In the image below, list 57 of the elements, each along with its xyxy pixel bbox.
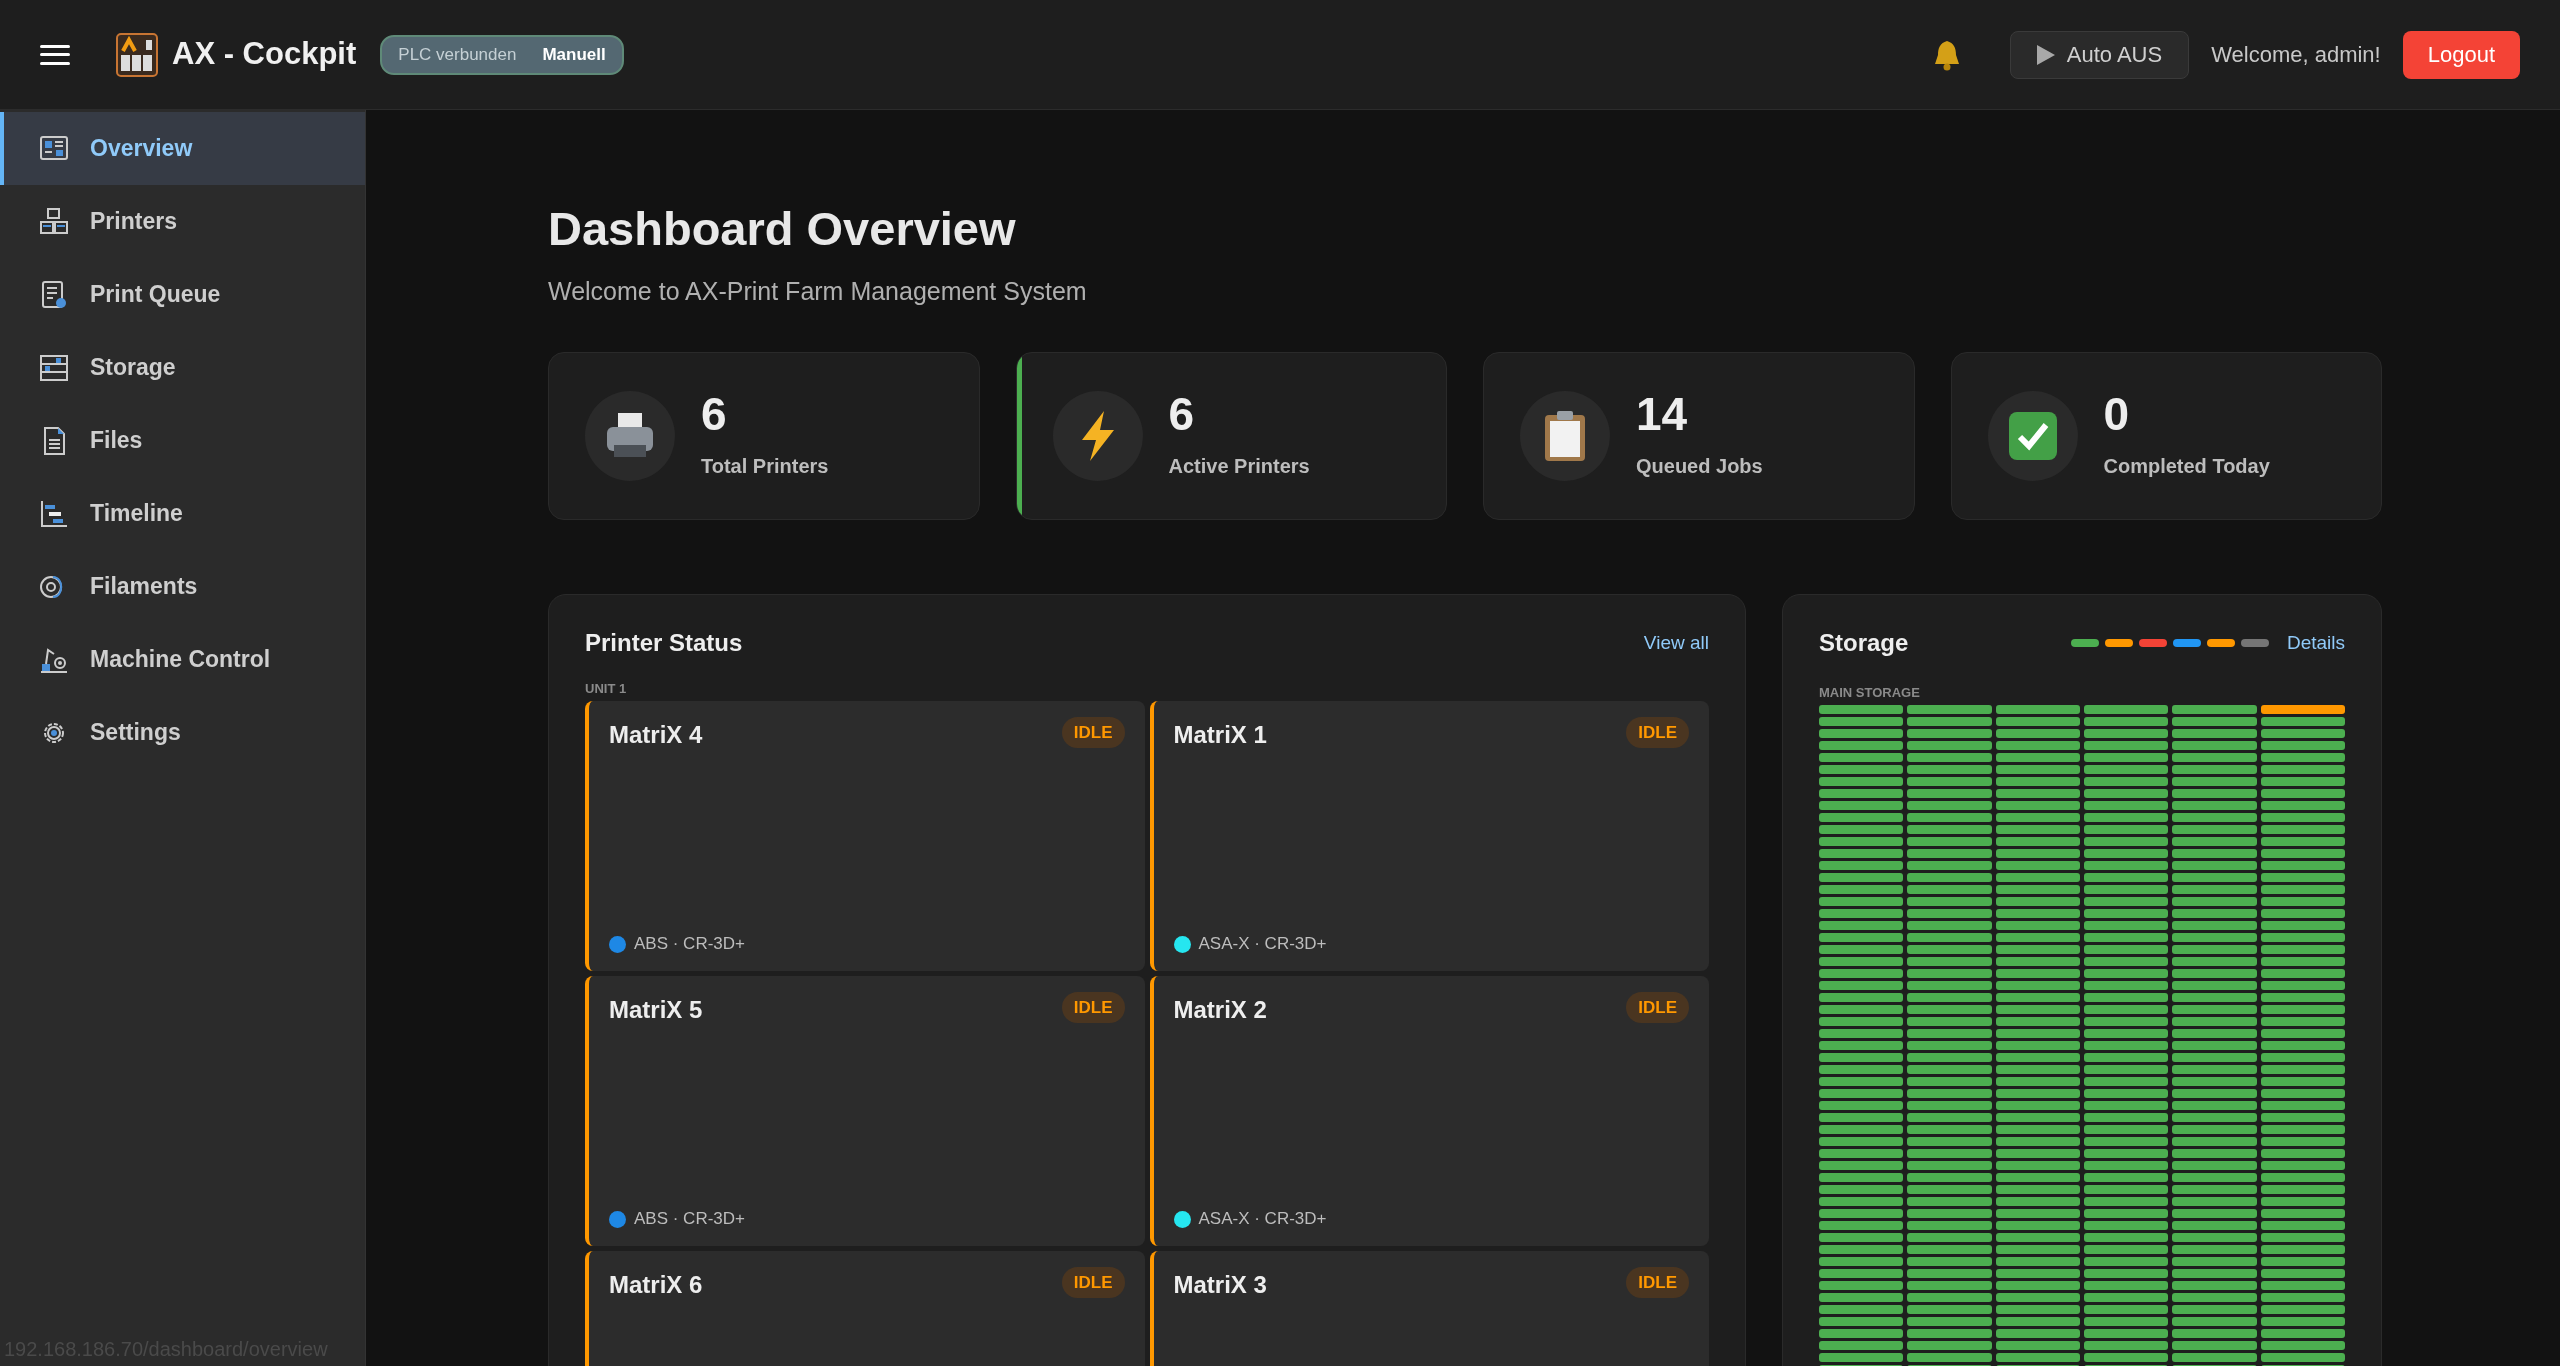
stat-label: Queued Jobs: [1636, 454, 1763, 480]
view-all-link[interactable]: View all: [1643, 629, 1709, 658]
printer-card[interactable]: MatriX 3 IDLE: [1149, 1250, 1709, 1366]
stat-value: 6: [701, 391, 728, 438]
welcome-text: Welcome, admin!: [2211, 41, 2381, 69]
panel-title: Storage: [1819, 628, 1909, 659]
printer-card[interactable]: MatriX 1 IDLE ASA-X · CR-3D+: [1149, 700, 1709, 971]
mode-text: Manuell: [542, 43, 606, 66]
status-badge: IDLE: [1061, 1266, 1125, 1299]
sidebar-item[interactable]: Machine Control: [0, 623, 365, 696]
app-title: AX - Cockpit: [172, 35, 357, 74]
section-label: MAIN STORAGE: [1819, 684, 1921, 703]
check-icon: [2007, 411, 2058, 462]
filament-text: ASA-X · CR-3D+: [1198, 1208, 1327, 1231]
sidebar-item[interactable]: Files: [0, 404, 365, 477]
auto-button[interactable]: Auto AUS: [2009, 30, 2190, 79]
status-badge: IDLE: [1061, 716, 1125, 749]
printer-name: MatriX 2: [1173, 994, 1267, 1025]
stat-value: 14: [1636, 391, 1689, 438]
page-subtitle: Welcome to AX-Print Farm Management System: [548, 275, 1088, 307]
sidebar-item[interactable]: Printers: [0, 185, 365, 258]
status-badge: IDLE: [1626, 716, 1689, 749]
printer-card[interactable]: MatriX 5 IDLE ABS · CR-3D+: [585, 975, 1145, 1246]
printer-name: MatriX 4: [609, 719, 703, 750]
play-icon: [2036, 44, 2055, 65]
stat-label: Total Printers: [701, 454, 829, 480]
panel-title: Printer Status: [585, 628, 743, 659]
status-badge: IDLE: [1626, 1266, 1689, 1299]
printer-name: MatriX 3: [1173, 1269, 1267, 1300]
stat-label: Completed Today: [2103, 454, 2270, 480]
clipboard-icon: [1543, 410, 1587, 463]
sidebar-item[interactable]: Overview: [0, 112, 365, 185]
stat-value: 6: [1168, 391, 1196, 438]
sidebar-item[interactable]: Timeline: [0, 477, 365, 550]
printer-name: MatriX 1: [1173, 719, 1267, 750]
sidebar-item[interactable]: Storage: [0, 331, 365, 404]
logo-icon: [116, 32, 158, 77]
printer-card[interactable]: MatriX 4 IDLE ABS · CR-3D+: [585, 700, 1145, 971]
details-link[interactable]: Details: [2286, 629, 2345, 658]
plc-status-text: PLC verbunden: [398, 43, 517, 66]
page-title: Dashboard Overview: [548, 201, 1017, 257]
sidebar-item[interactable]: Settings: [0, 696, 365, 769]
sidebar-item[interactable]: Print Queue: [0, 258, 365, 331]
filament-text: ABS · CR-3D+: [634, 933, 745, 956]
logout-button[interactable]: Logout: [2402, 30, 2520, 79]
printer-name: MatriX 6: [609, 1269, 703, 1300]
printer-card[interactable]: MatriX 2 IDLE ASA-X · CR-3D+: [1149, 975, 1709, 1246]
stat-value: 0: [2103, 391, 2131, 438]
status-badge: IDLE: [1061, 991, 1125, 1024]
sidebar-item[interactable]: Filaments: [0, 550, 365, 623]
status-badge: IDLE: [1626, 991, 1689, 1024]
printer-card[interactable]: MatriX 6 IDLE: [585, 1250, 1145, 1366]
printer-name: MatriX 5: [609, 994, 703, 1025]
filament-text: ASA-X · CR-3D+: [1198, 933, 1327, 956]
unit-label: UNIT 1: [585, 680, 628, 699]
stat-label: Active Printers: [1168, 454, 1310, 480]
filament-text: ABS · CR-3D+: [634, 1208, 745, 1231]
